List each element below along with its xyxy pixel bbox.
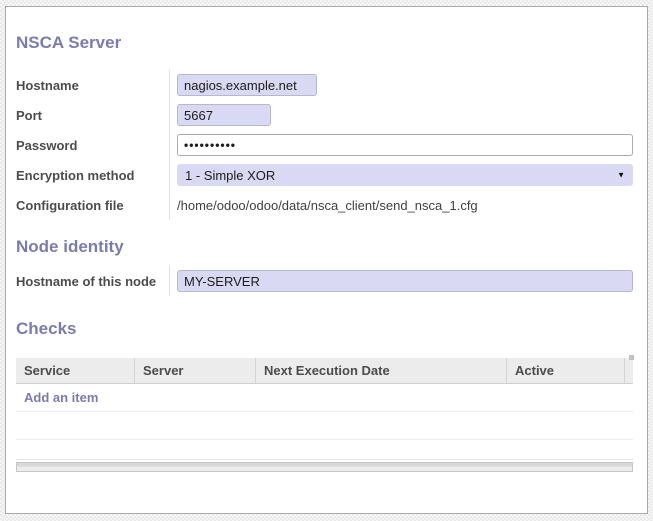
configuration-file-value: /home/odoo/odoo/data/nsca_client/send_ns… [177, 198, 478, 213]
hostname-row: Hostname [16, 70, 633, 100]
column-header-service[interactable]: Service [16, 358, 135, 383]
nsca-server-section-title: NSCA Server [16, 33, 633, 53]
port-row: Port [16, 100, 633, 130]
encryption-method-selected-value: 1 - Simple XOR [185, 168, 275, 183]
form-panel: NSCA Server Hostname Port Password Encry… [5, 6, 648, 514]
encryption-method-select[interactable]: 1 - Simple XOR ▼ [177, 164, 633, 186]
port-label: Port [16, 108, 169, 123]
node-hostname-input[interactable] [177, 270, 633, 292]
node-identity-section-title: Node identity [16, 237, 633, 257]
port-input[interactable] [177, 104, 271, 126]
column-header-next-execution-date[interactable]: Next Execution Date [256, 358, 507, 383]
nsca-server-fields: Hostname Port Password Encryption method [16, 70, 633, 220]
hostname-label: Hostname [16, 78, 169, 93]
checks-table-header: Service Server Next Execution Date Activ… [16, 358, 633, 384]
empty-table-row [16, 412, 633, 440]
hostname-input[interactable] [177, 74, 317, 96]
empty-table-row [16, 440, 633, 460]
encryption-method-label: Encryption method [16, 168, 169, 183]
checks-table: Service Server Next Execution Date Activ… [16, 358, 633, 472]
password-label: Password [16, 138, 169, 153]
configuration-file-label: Configuration file [16, 198, 169, 213]
chevron-down-icon: ▼ [617, 171, 625, 180]
column-header-active[interactable]: Active [507, 358, 625, 383]
page-background: { "colors": { "accent": "#7c7bad", "fiel… [0, 0, 653, 521]
table-corner-handle [629, 355, 634, 360]
password-row: Password [16, 130, 633, 160]
encryption-row: Encryption method 1 - Simple XOR ▼ [16, 160, 633, 190]
checks-section-title: Checks [16, 319, 633, 339]
add-an-item-link[interactable]: Add an item [24, 390, 98, 405]
config-file-row: Configuration file /home/odoo/odoo/data/… [16, 190, 633, 220]
column-header-spacer [625, 358, 633, 383]
password-input[interactable] [177, 134, 633, 156]
horizontal-scrollbar[interactable] [16, 462, 633, 472]
node-hostname-row: Hostname of this node [16, 266, 633, 296]
add-item-row: Add an item [16, 384, 633, 412]
node-hostname-label: Hostname of this node [16, 274, 169, 289]
column-header-server[interactable]: Server [135, 358, 256, 383]
